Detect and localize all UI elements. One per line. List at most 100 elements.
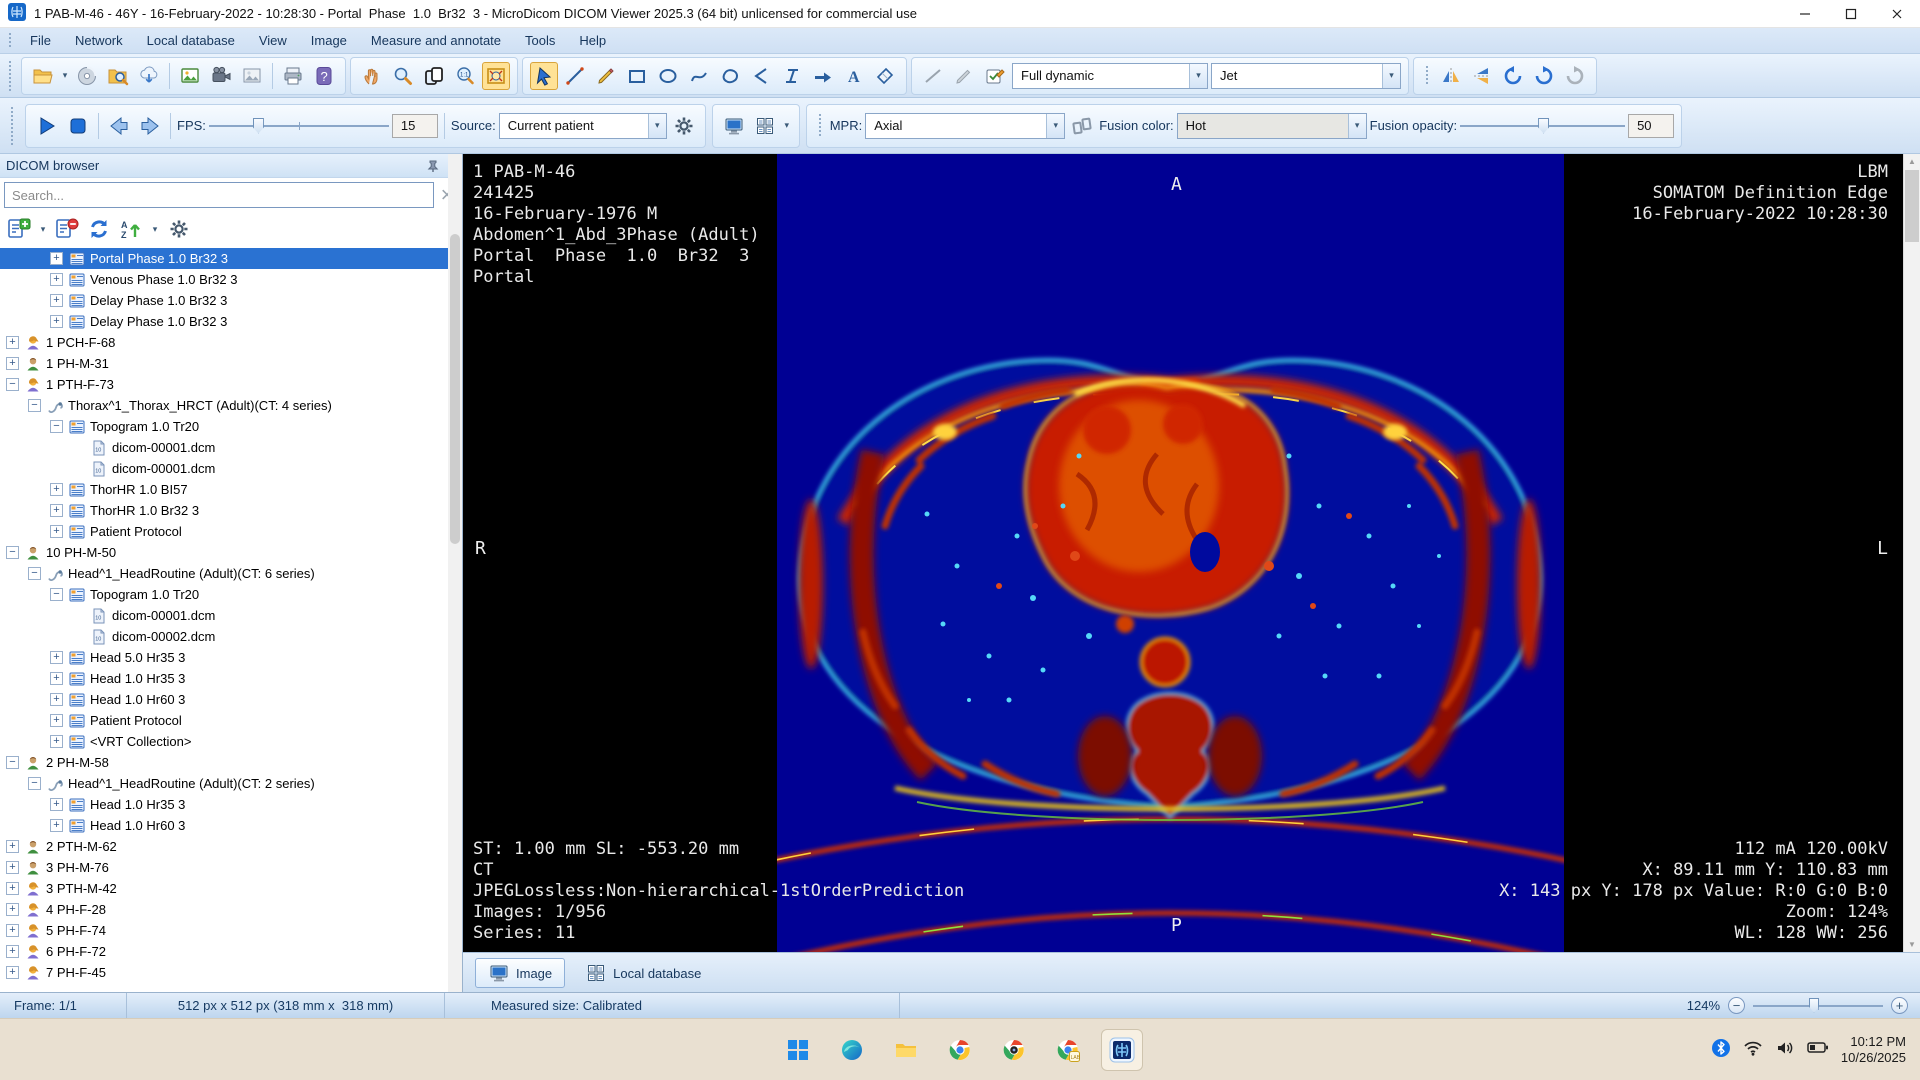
- tree-item-7[interactable]: −Thorax^1_Thorax_HRCT (Adult)(CT: 4 seri…: [0, 395, 462, 416]
- play-button[interactable]: [33, 112, 61, 140]
- expand-icon[interactable]: +: [50, 252, 63, 265]
- open-cd-button[interactable]: [73, 62, 101, 90]
- expand-icon[interactable]: +: [50, 273, 63, 286]
- minimize-button[interactable]: [1782, 0, 1828, 28]
- tree-item-22[interactable]: +Patient Protocol: [0, 710, 462, 731]
- stop-button[interactable]: [64, 112, 92, 140]
- open-file-button[interactable]: [29, 62, 57, 90]
- fit-to-window-button[interactable]: [482, 62, 510, 90]
- fps-slider[interactable]: [209, 116, 389, 136]
- tree-item-28[interactable]: +2 PTH-M-62: [0, 836, 462, 857]
- tree-item-33[interactable]: +6 PH-F-72: [0, 941, 462, 962]
- open-file-dropdown-icon[interactable]: ▾: [60, 70, 70, 81]
- tree-item-25[interactable]: −Head^1_HeadRoutine (Adult)(CT: 2 series…: [0, 773, 462, 794]
- scroll-down-icon[interactable]: ▼: [1904, 937, 1920, 952]
- remove-dicom-button[interactable]: [54, 216, 80, 242]
- search-input[interactable]: Search...: [4, 182, 434, 208]
- tree-item-9[interactable]: 10dicom-00001.dcm: [0, 437, 462, 458]
- expand-icon[interactable]: +: [50, 672, 63, 685]
- tree-item-30[interactable]: +3 PTH-M-42: [0, 878, 462, 899]
- expand-icon[interactable]: +: [6, 882, 19, 895]
- print-button[interactable]: [279, 62, 307, 90]
- refresh-button[interactable]: [86, 216, 112, 242]
- ct-image[interactable]: [777, 154, 1564, 952]
- single-view-button[interactable]: [720, 112, 748, 140]
- fusion-opacity-slider-thumb[interactable]: [1538, 118, 1549, 134]
- viewport-scrollbar[interactable]: ▲ ▼: [1903, 154, 1920, 952]
- tree-item-11[interactable]: +ThorHR 1.0 BI57: [0, 479, 462, 500]
- tree-item-15[interactable]: −Head^1_HeadRoutine (Adult)(CT: 6 series…: [0, 563, 462, 584]
- expand-icon[interactable]: +: [50, 525, 63, 538]
- sidebar-scrollbar[interactable]: [448, 154, 462, 992]
- menu-item-network[interactable]: Network: [64, 29, 134, 52]
- zoom-slider[interactable]: [1753, 997, 1883, 1015]
- tree-item-20[interactable]: +Head 1.0 Hr35 3: [0, 668, 462, 689]
- tree-item-23[interactable]: +<VRT Collection>: [0, 731, 462, 752]
- arrow-tool-button[interactable]: [809, 62, 837, 90]
- collapse-icon[interactable]: −: [6, 378, 19, 391]
- collapse-icon[interactable]: −: [6, 756, 19, 769]
- expand-icon[interactable]: +: [50, 504, 63, 517]
- tree-item-14[interactable]: −10 PH-M-50: [0, 542, 462, 563]
- colormap-dropdown-icon[interactable]: ▾: [1382, 64, 1400, 88]
- expand-icon[interactable]: +: [6, 357, 19, 370]
- tree-item-17[interactable]: 10dicom-00001.dcm: [0, 605, 462, 626]
- measure-line-button[interactable]: [561, 62, 589, 90]
- scout-line-button[interactable]: [919, 62, 947, 90]
- tree-item-4[interactable]: +1 PCH-F-68: [0, 332, 462, 353]
- sort-button[interactable]: AZ: [118, 216, 144, 242]
- fusion-color-dropdown-icon[interactable]: ▾: [1348, 114, 1366, 138]
- tree-item-27[interactable]: +Head 1.0 Hr60 3: [0, 815, 462, 836]
- rectangle-tool-button[interactable]: [623, 62, 651, 90]
- copy-image-button[interactable]: [238, 62, 266, 90]
- close-button[interactable]: [1874, 0, 1920, 28]
- eraser-tool-button[interactable]: [871, 62, 899, 90]
- expand-icon[interactable]: +: [50, 483, 63, 496]
- window-preset-dropdown-icon[interactable]: ▾: [1189, 64, 1207, 88]
- sort-dropdown-icon[interactable]: ▾: [150, 224, 160, 235]
- export-video-button[interactable]: [207, 62, 235, 90]
- expand-icon[interactable]: +: [50, 315, 63, 328]
- maximize-button[interactable]: [1828, 0, 1874, 28]
- tree-item-29[interactable]: +3 PH-M-76: [0, 857, 462, 878]
- tree-item-10[interactable]: 10dicom-00001.dcm: [0, 458, 462, 479]
- menu-item-file[interactable]: File: [19, 29, 62, 52]
- zoom-tool-button[interactable]: [389, 62, 417, 90]
- tree-item-19[interactable]: +Head 5.0 Hr35 3: [0, 647, 462, 668]
- collapse-icon[interactable]: −: [6, 546, 19, 559]
- pointer-tool-button[interactable]: [530, 62, 558, 90]
- source-dropdown-icon[interactable]: ▾: [648, 114, 666, 138]
- collapse-icon[interactable]: −: [28, 567, 41, 580]
- annotations-manager-button[interactable]: [981, 62, 1009, 90]
- grid-layout-dropdown-icon[interactable]: ▾: [782, 120, 792, 131]
- collapse-icon[interactable]: −: [50, 420, 63, 433]
- angle-tool-button[interactable]: [747, 62, 775, 90]
- expand-icon[interactable]: +: [50, 798, 63, 811]
- tab-local-database[interactable]: Local database: [573, 958, 713, 988]
- tree-item-12[interactable]: +ThorHR 1.0 Br32 3: [0, 500, 462, 521]
- wifi-icon[interactable]: [1743, 1038, 1763, 1061]
- grid-layout-button[interactable]: [751, 112, 779, 140]
- zoom-out-button[interactable]: −: [1728, 997, 1745, 1014]
- export-image-button[interactable]: [176, 62, 204, 90]
- open-polygon-button[interactable]: [685, 62, 713, 90]
- closed-polygon-button[interactable]: [716, 62, 744, 90]
- taskbar-app-win[interactable]: [777, 1029, 819, 1071]
- fusion-opacity-slider[interactable]: [1460, 116, 1625, 136]
- next-image-button[interactable]: [136, 112, 164, 140]
- taskbar-app-microdicom[interactable]: [1101, 1029, 1143, 1071]
- scroll-up-icon[interactable]: ▲: [1904, 154, 1920, 169]
- taskbar-clock[interactable]: 10:12 PM 10/26/2025: [1841, 1034, 1906, 1066]
- taskbar-app-chrome[interactable]: [939, 1029, 981, 1071]
- collapse-icon[interactable]: −: [28, 399, 41, 412]
- menu-item-tools[interactable]: Tools: [514, 29, 566, 52]
- tree-item-6[interactable]: −1 PTH-F-73: [0, 374, 462, 395]
- collapse-icon[interactable]: −: [28, 777, 41, 790]
- tree-item-5[interactable]: +1 PH-M-31: [0, 353, 462, 374]
- help-button[interactable]: ?: [310, 62, 338, 90]
- tree-item-31[interactable]: +4 PH-F-28: [0, 899, 462, 920]
- text-tool-button[interactable]: A: [840, 62, 868, 90]
- source-select[interactable]: Current patient ▾: [499, 113, 667, 139]
- battery-icon[interactable]: [1807, 1037, 1829, 1062]
- tree-item-18[interactable]: 10dicom-00002.dcm: [0, 626, 462, 647]
